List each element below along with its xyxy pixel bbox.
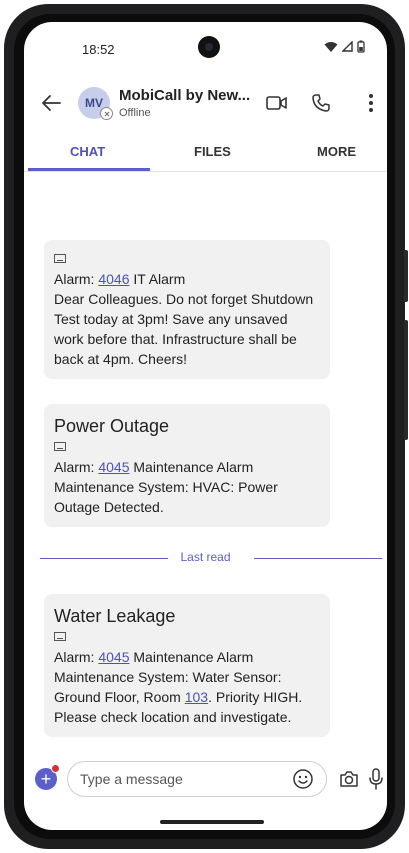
phone-screen: 18:52 MV MobiCall by New... Offline CHAT… bbox=[24, 22, 387, 830]
alarm-link[interactable]: 4045 bbox=[98, 459, 129, 475]
more-options-icon bbox=[369, 94, 373, 112]
chat-tabs: CHAT FILES MORE bbox=[24, 132, 387, 172]
chat-header: MV MobiCall by New... Offline bbox=[24, 74, 387, 132]
back-arrow-icon[interactable] bbox=[38, 90, 64, 116]
front-camera bbox=[198, 36, 220, 58]
message-bubble[interactable]: Water Leakage Alarm: 4045 Maintenance Al… bbox=[44, 594, 330, 737]
phone-volume-button bbox=[404, 320, 408, 440]
add-icon: + bbox=[40, 769, 52, 789]
phone-side-button bbox=[404, 250, 408, 302]
video-call-button[interactable] bbox=[264, 90, 290, 116]
message-body: Maintenance System: HVAC: Power Outage D… bbox=[54, 479, 278, 515]
microphone-icon[interactable] bbox=[368, 767, 384, 791]
message-bubble[interactable]: Power Outage Alarm: 4045 Maintenance Ala… bbox=[44, 404, 330, 527]
message-input[interactable] bbox=[67, 761, 327, 797]
battery-icon bbox=[357, 40, 365, 53]
message-body: Dear Colleagues. Do not forget Shutdown … bbox=[54, 291, 314, 367]
alarm-line: Alarm: 4045 Maintenance Alarm bbox=[54, 649, 254, 665]
message-list[interactable]: Alarm: 4046 IT Alarm Dear Colleagues. Do… bbox=[24, 172, 387, 752]
alarm-link[interactable]: 4045 bbox=[98, 649, 129, 665]
last-read-divider: Last read bbox=[180, 550, 231, 564]
last-read-line-right bbox=[254, 558, 382, 559]
contact-name[interactable]: MobiCall by New... bbox=[119, 87, 250, 104]
status-icons bbox=[324, 40, 365, 53]
notification-dot bbox=[51, 764, 60, 773]
video-call-icon bbox=[266, 96, 287, 110]
emoji-icon[interactable] bbox=[292, 768, 314, 790]
camera-icon[interactable] bbox=[338, 768, 360, 790]
more-options-button[interactable] bbox=[358, 90, 384, 116]
image-placeholder-icon bbox=[54, 632, 66, 641]
phone-call-icon bbox=[312, 94, 330, 112]
wifi-icon bbox=[324, 41, 338, 52]
status-bar: 18:52 bbox=[24, 22, 387, 72]
image-placeholder-icon bbox=[54, 442, 66, 451]
alarm-link[interactable]: 4046 bbox=[98, 271, 129, 287]
tab-chat[interactable]: CHAT bbox=[70, 144, 105, 159]
active-tab-indicator bbox=[28, 168, 150, 171]
room-link[interactable]: 103 bbox=[185, 689, 208, 705]
message-title: Water Leakage bbox=[54, 606, 176, 626]
offline-status-icon bbox=[100, 107, 113, 120]
alarm-line: Alarm: 4046 IT Alarm bbox=[54, 271, 186, 287]
status-time: 18:52 bbox=[82, 42, 115, 57]
tab-files[interactable]: FILES bbox=[194, 144, 231, 159]
phone-call-button[interactable] bbox=[308, 90, 334, 116]
signal-icon bbox=[342, 41, 353, 52]
message-body: Maintenance System: Water Sensor: Ground… bbox=[54, 669, 303, 725]
contact-status: Offline bbox=[119, 107, 151, 119]
tab-more[interactable]: MORE bbox=[317, 144, 356, 159]
alarm-line: Alarm: 4045 Maintenance Alarm bbox=[54, 459, 254, 475]
image-placeholder-icon bbox=[54, 254, 66, 263]
compose-bar: + bbox=[24, 754, 387, 802]
message-title: Power Outage bbox=[54, 416, 170, 436]
home-indicator[interactable] bbox=[160, 820, 264, 824]
message-bubble[interactable]: Alarm: 4046 IT Alarm Dear Colleagues. Do… bbox=[44, 240, 330, 379]
